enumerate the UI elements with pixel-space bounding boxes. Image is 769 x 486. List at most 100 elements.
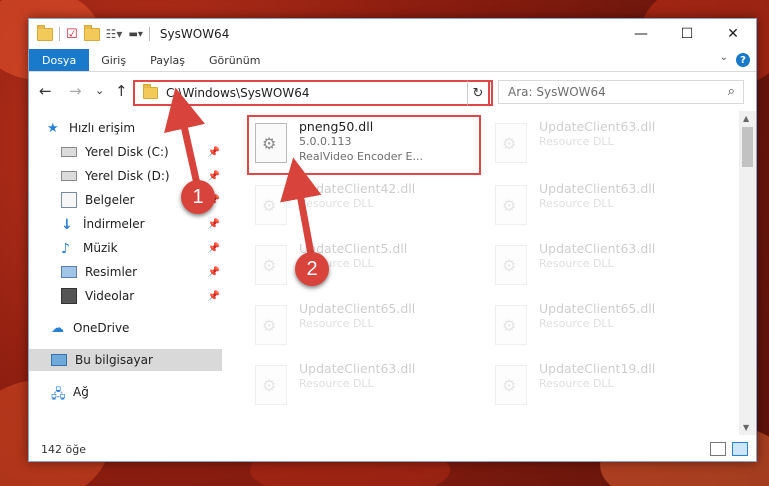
search-placeholder[interactable]: Ara: SysWOW64 xyxy=(508,85,606,99)
search-icon[interactable]: ⌕ xyxy=(728,84,735,99)
tab-view[interactable]: Görünüm xyxy=(197,49,272,71)
file-tile[interactable]: UpdateClient63.dllResource DLL xyxy=(489,117,719,173)
sidebar-item-label: Hızlı erişim xyxy=(69,121,136,135)
sidebar-item-this-pc[interactable]: Bu bilgisayar xyxy=(29,349,222,371)
sidebar-item-disk-c[interactable]: Yerel Disk (C:) 📌 xyxy=(29,141,222,163)
tab-file[interactable]: Dosya xyxy=(29,49,90,71)
window-title: SysWOW64 xyxy=(159,27,230,41)
scroll-down-icon[interactable]: ▼ xyxy=(743,423,749,432)
file-type: Resource DLL xyxy=(299,197,374,210)
sidebar-item-label: Müzik xyxy=(83,241,118,255)
tab-share[interactable]: Paylaş xyxy=(138,49,197,71)
file-tile[interactable]: UpdateClient63.dllResource DLL xyxy=(249,359,479,415)
file-tile[interactable]: UpdateClient5.dllResource DLL xyxy=(249,239,479,295)
file-name: UpdateClient19.dll xyxy=(539,361,656,376)
sidebar-item-label: Yerel Disk (D:) xyxy=(85,169,170,183)
dll-file-icon xyxy=(255,305,287,345)
dll-file-icon xyxy=(495,185,527,225)
sidebar-item-label: Belgeler xyxy=(85,193,135,207)
scrollbar-thumb[interactable] xyxy=(742,127,753,167)
dll-file-icon xyxy=(495,245,527,285)
sidebar-item-label: İndirmeler xyxy=(83,217,145,231)
customize-toolbar-icon[interactable]: ▬▾ xyxy=(128,29,142,40)
help-icon[interactable]: ? xyxy=(736,53,750,67)
separator xyxy=(148,27,150,41)
file-name: pneng50.dll xyxy=(299,119,374,134)
folder-icon xyxy=(143,84,158,99)
dll-file-icon xyxy=(255,245,287,285)
drive-icon xyxy=(61,147,77,157)
explorer-window: ☑ ☷▾ ▬▾ SysWOW64 — ☐ ✕ Dosya Giriş Payla… xyxy=(28,18,757,462)
sidebar-item-quick-access[interactable]: ★ Hızlı erişim xyxy=(29,117,240,139)
pin-icon[interactable]: 📌 xyxy=(208,147,220,158)
folder-icon xyxy=(37,24,53,41)
computer-icon xyxy=(51,354,67,366)
new-folder-icon[interactable] xyxy=(83,24,100,41)
vertical-scrollbar[interactable]: ▲ ▼ xyxy=(739,111,756,435)
sidebar-item-network[interactable]: 🖧 Ağ xyxy=(29,381,244,403)
file-name: UpdateClient42.dll xyxy=(299,181,416,196)
callout-badge-1: 1 xyxy=(181,180,215,214)
file-tile-pneng50[interactable]: pneng50.dll 5.0.0.113 RealVideo Encoder … xyxy=(247,115,481,175)
scroll-up-icon[interactable]: ▲ xyxy=(743,114,749,123)
file-version: 5.0.0.113 xyxy=(299,135,352,148)
dll-file-icon xyxy=(255,123,287,163)
pin-icon[interactable]: 📌 xyxy=(208,243,220,254)
sidebar-item-downloads[interactable]: ↓ İndirmeler 📌 xyxy=(29,213,222,235)
file-name: UpdateClient65.dll xyxy=(299,301,416,316)
file-name: UpdateClient65.dll xyxy=(539,301,656,316)
file-type: Resource DLL xyxy=(539,135,614,148)
search-box[interactable]: Ara: SysWOW64 ⌕ xyxy=(498,80,744,104)
sidebar-item-label: Resimler xyxy=(85,265,138,279)
address-path[interactable]: C:\Windows\SysWOW64 xyxy=(166,86,310,100)
sidebar-item-pictures[interactable]: Resimler 📌 xyxy=(29,261,222,283)
navigation-bar: ← → ⌄ ↑ C:\Windows\SysWOW64 ⌄ ↻ Ara: Sys… xyxy=(29,74,756,108)
dll-file-icon xyxy=(495,123,527,163)
file-tile[interactable]: UpdateClient65.dllResource DLL xyxy=(249,299,479,355)
pin-icon[interactable]: 📌 xyxy=(208,219,220,230)
file-tile[interactable]: UpdateClient65.dllResource DLL xyxy=(489,299,719,355)
status-bar: 142 öğe xyxy=(29,437,756,461)
expand-ribbon-icon[interactable]: ⌄ xyxy=(720,52,728,63)
up-button[interactable]: ↑ xyxy=(115,82,128,100)
properties-icon[interactable]: ☑ xyxy=(66,27,78,42)
dll-file-icon xyxy=(495,305,527,345)
file-name: UpdateClient63.dll xyxy=(539,119,656,134)
pin-icon[interactable]: 📌 xyxy=(208,291,220,302)
download-icon: ↓ xyxy=(61,217,73,233)
pin-icon[interactable]: 📌 xyxy=(208,267,220,278)
back-button[interactable]: ← xyxy=(39,82,52,100)
sidebar-item-music[interactable]: ♪ Müzik 📌 xyxy=(29,237,222,259)
file-type: Resource DLL xyxy=(539,257,614,270)
ribbon-tabs: Dosya Giriş Paylaş Görünüm ⌄ ? xyxy=(29,49,756,72)
title-bar: ☑ ☷▾ ▬▾ SysWOW64 — ☐ ✕ xyxy=(29,19,756,49)
sidebar-item-onedrive[interactable]: ☁ OneDrive xyxy=(29,317,244,339)
address-bar[interactable]: C:\Windows\SysWOW64 ⌄ xyxy=(133,80,493,106)
file-name: UpdateClient63.dll xyxy=(539,241,656,256)
sidebar-item-label: Bu bilgisayar xyxy=(75,353,153,367)
view-options-icon[interactable]: ☷▾ xyxy=(106,27,123,41)
file-tile[interactable]: UpdateClient63.dllResource DLL xyxy=(489,179,719,235)
minimize-button[interactable]: — xyxy=(618,19,664,49)
documents-icon xyxy=(61,192,77,208)
sidebar-item-label: Yerel Disk (C:) xyxy=(85,145,169,159)
videos-icon xyxy=(61,288,77,304)
file-tile[interactable]: UpdateClient42.dllResource DLL xyxy=(249,179,479,235)
details-view-icon[interactable] xyxy=(710,442,726,456)
maximize-button[interactable]: ☐ xyxy=(664,19,710,49)
forward-button[interactable]: → xyxy=(69,82,82,100)
tab-home[interactable]: Giriş xyxy=(89,49,138,71)
refresh-button[interactable]: ↻ xyxy=(467,80,490,106)
music-icon: ♪ xyxy=(61,241,70,257)
recent-locations-button[interactable]: ⌄ xyxy=(95,84,104,97)
file-name: UpdateClient63.dll xyxy=(539,181,656,196)
navigation-pane: ★ Hızlı erişim Yerel Disk (C:) 📌 Yerel D… xyxy=(29,111,222,435)
sidebar-item-videos[interactable]: Videolar 📌 xyxy=(29,285,222,307)
file-tile[interactable]: UpdateClient19.dllResource DLL xyxy=(489,359,719,415)
pin-icon[interactable]: 📌 xyxy=(208,171,220,182)
close-button[interactable]: ✕ xyxy=(710,19,756,49)
file-tile[interactable]: UpdateClient63.dllResource DLL xyxy=(489,239,719,295)
file-type: Resource DLL xyxy=(299,377,374,390)
large-icons-view-icon[interactable] xyxy=(732,442,748,456)
sidebar-item-label: Videolar xyxy=(85,289,135,303)
